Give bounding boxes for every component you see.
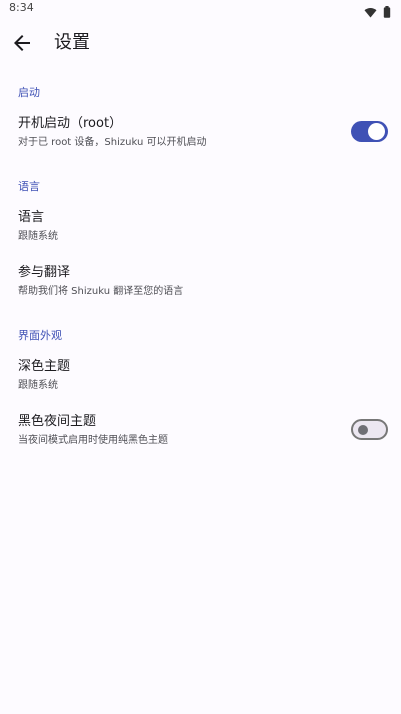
dark-theme-subtitle: 跟随系统 xyxy=(18,380,58,391)
translate-title: 参与翻译 xyxy=(18,265,71,280)
section-title-language: 语言 xyxy=(18,180,40,193)
language-title: 语言 xyxy=(18,210,45,225)
switch-knob xyxy=(368,123,385,140)
section-title-startup: 启动 xyxy=(18,86,40,99)
section-title-appearance: 界面外观 xyxy=(18,329,62,342)
page-title: 设置 xyxy=(54,32,90,53)
boot-start-title: 开机启动（root） xyxy=(18,116,123,131)
black-night-theme-subtitle: 当夜间模式启用时使用纯黑色主题 xyxy=(18,435,168,446)
status-icons xyxy=(364,3,391,22)
boot-start-subtitle: 对于已 root 设备，Shizuku 可以开机启动 xyxy=(18,137,207,148)
dark-theme-setting[interactable]: 深色主题 跟随系统 xyxy=(0,351,401,403)
back-button[interactable] xyxy=(10,31,34,55)
status-time: 8:34 xyxy=(9,1,34,14)
black-night-theme-setting[interactable]: 黑色夜间主题 当夜间模式启用时使用纯黑色主题 xyxy=(0,406,401,458)
black-night-theme-title: 黑色夜间主题 xyxy=(18,414,97,429)
language-setting[interactable]: 语言 跟随系统 xyxy=(0,202,401,254)
battery-icon xyxy=(383,3,391,22)
dark-theme-title: 深色主题 xyxy=(18,359,71,374)
boot-start-switch[interactable] xyxy=(351,121,388,142)
boot-start-setting[interactable]: 开机启动（root） 对于已 root 设备，Shizuku 可以开机启动 xyxy=(0,108,401,160)
top-app-bar: 设置 xyxy=(0,24,401,62)
switch-knob xyxy=(358,425,368,435)
wifi-icon xyxy=(364,3,377,22)
language-subtitle: 跟随系统 xyxy=(18,231,58,242)
status-bar: 8:34 xyxy=(0,0,401,20)
black-night-theme-switch[interactable] xyxy=(351,419,388,440)
translate-setting[interactable]: 参与翻译 帮助我们将 Shizuku 翻译至您的语言 xyxy=(0,257,401,309)
settings-screen: 8:34 设置 启动 开机启动（root） 对于已 root 设备，Shizuk… xyxy=(0,0,401,714)
translate-subtitle: 帮助我们将 Shizuku 翻译至您的语言 xyxy=(18,286,184,297)
arrow-back-icon xyxy=(14,35,30,51)
